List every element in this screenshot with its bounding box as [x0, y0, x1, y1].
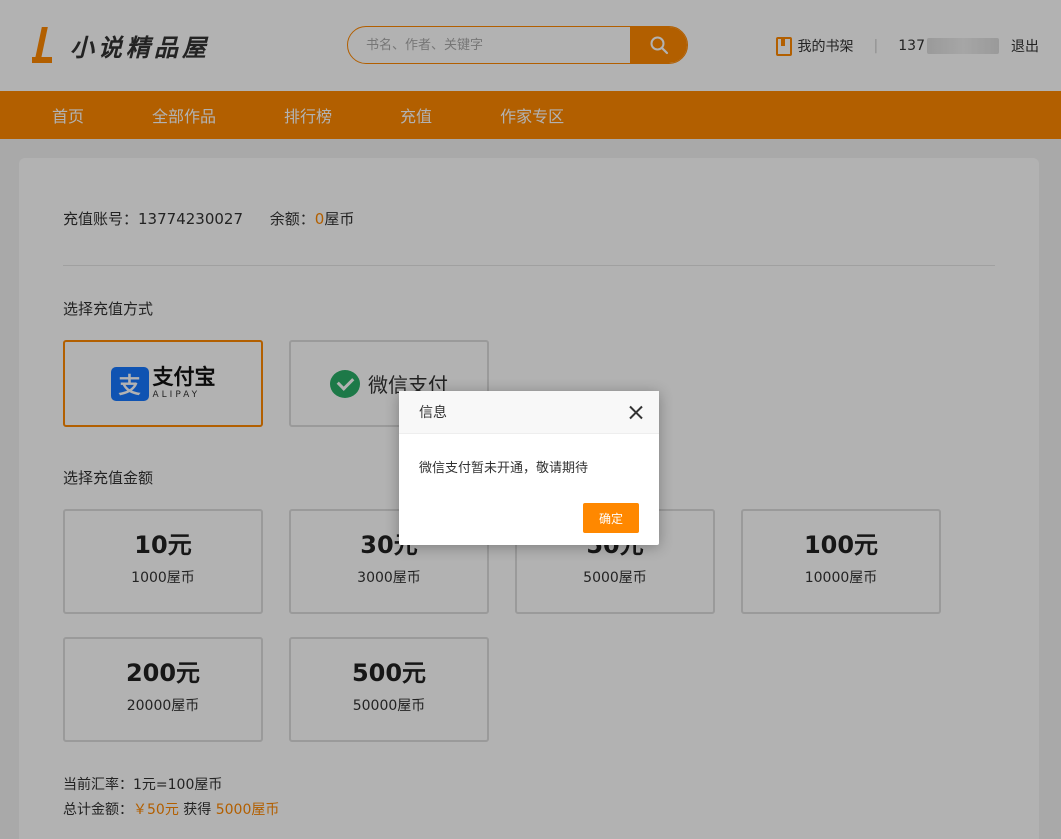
confirm-button[interactable]: 确定 [583, 503, 639, 533]
dialog-header: 信息 [399, 391, 659, 434]
info-dialog: 信息 微信支付暂未开通，敬请期待 确定 [399, 391, 659, 545]
close-icon[interactable] [629, 405, 643, 419]
dialog-message: 微信支付暂未开通，敬请期待 [419, 461, 589, 476]
dialog-title: 信息 [419, 405, 447, 421]
